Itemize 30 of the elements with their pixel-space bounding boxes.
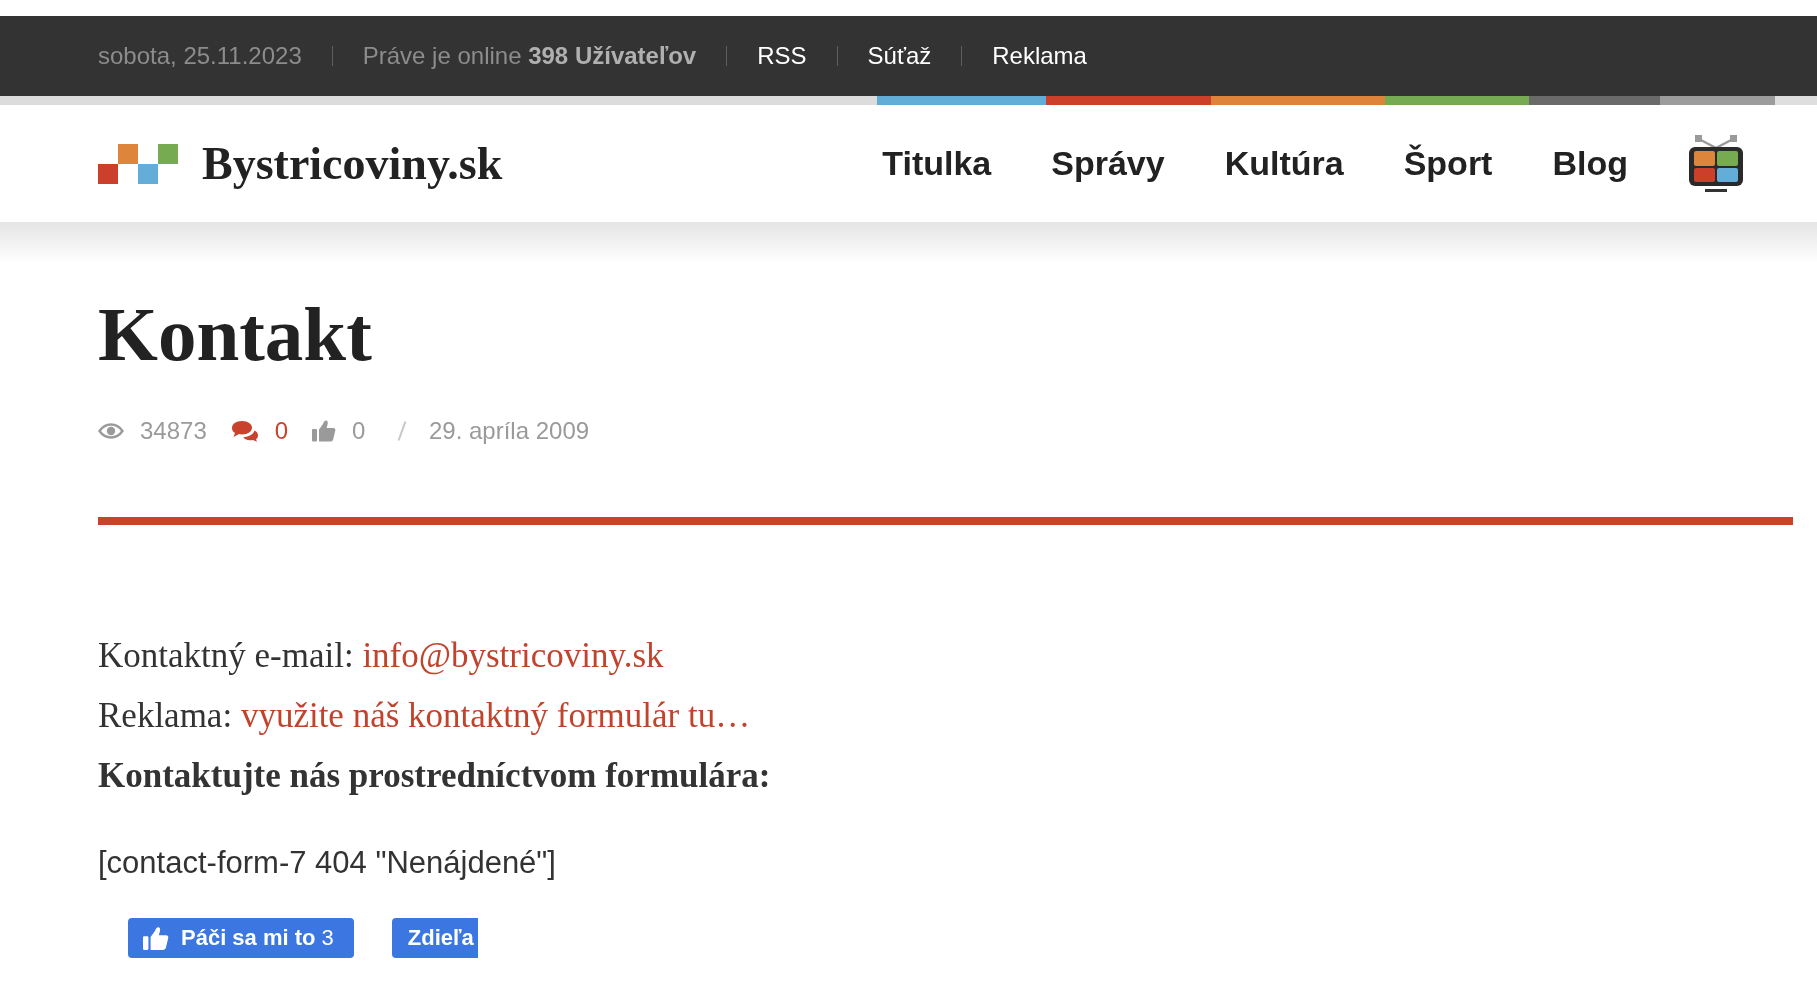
thumbs-up-icon bbox=[143, 925, 169, 951]
view-count: 34873 bbox=[140, 417, 207, 445]
contact-line: Kontaktný e-mail: info@bystricoviny.sk bbox=[98, 635, 665, 677]
text-link[interactable]: info@bystricoviny.sk bbox=[362, 636, 664, 675]
tv-icon[interactable] bbox=[1688, 134, 1744, 193]
nav-link[interactable]: Titulka bbox=[882, 144, 992, 183]
logo-text[interactable]: Bystricoviny.sk bbox=[202, 137, 503, 190]
top-bar-link[interactable]: RSS bbox=[757, 42, 807, 70]
online-users-text: Práve je online 398 Užívateľov bbox=[362, 42, 697, 70]
contact-line: Reklama: využite náš kontaktný formulár tu… bbox=[98, 695, 752, 737]
publish-date: 29. apríla 2009 bbox=[428, 417, 590, 445]
top-bar-link[interactable]: Reklama bbox=[992, 42, 1087, 70]
form-heading: Kontaktujte nás prostredníctvom formulára: bbox=[98, 755, 772, 797]
top-bar-link[interactable]: Súťaž bbox=[867, 42, 932, 70]
like-button[interactable]: Páči sa mi to 3 bbox=[128, 918, 354, 958]
thumbs-up-icon bbox=[312, 420, 337, 442]
text-link[interactable]: využite náš kontaktný formulár tu… bbox=[240, 696, 751, 735]
shortcode-text: [contact-form-7 404 "Nenájdené"] bbox=[98, 844, 557, 882]
share-button[interactable]: Zdieľa bbox=[391, 918, 478, 958]
nav-link[interactable]: Kultúra bbox=[1224, 144, 1344, 183]
eye-icon bbox=[98, 423, 124, 439]
comment-count[interactable]: 0 bbox=[274, 417, 289, 445]
nav-link[interactable]: Šport bbox=[1403, 144, 1493, 183]
nav-link[interactable]: Správy bbox=[1051, 144, 1165, 183]
logo-icon[interactable] bbox=[98, 143, 178, 184]
page-title: Kontakt bbox=[98, 296, 373, 373]
date-text: sobota, 25.11.2023 bbox=[98, 42, 302, 70]
comments-icon[interactable] bbox=[230, 420, 259, 442]
nav-link[interactable]: Blog bbox=[1552, 144, 1628, 183]
like-count: 0 bbox=[352, 417, 366, 445]
